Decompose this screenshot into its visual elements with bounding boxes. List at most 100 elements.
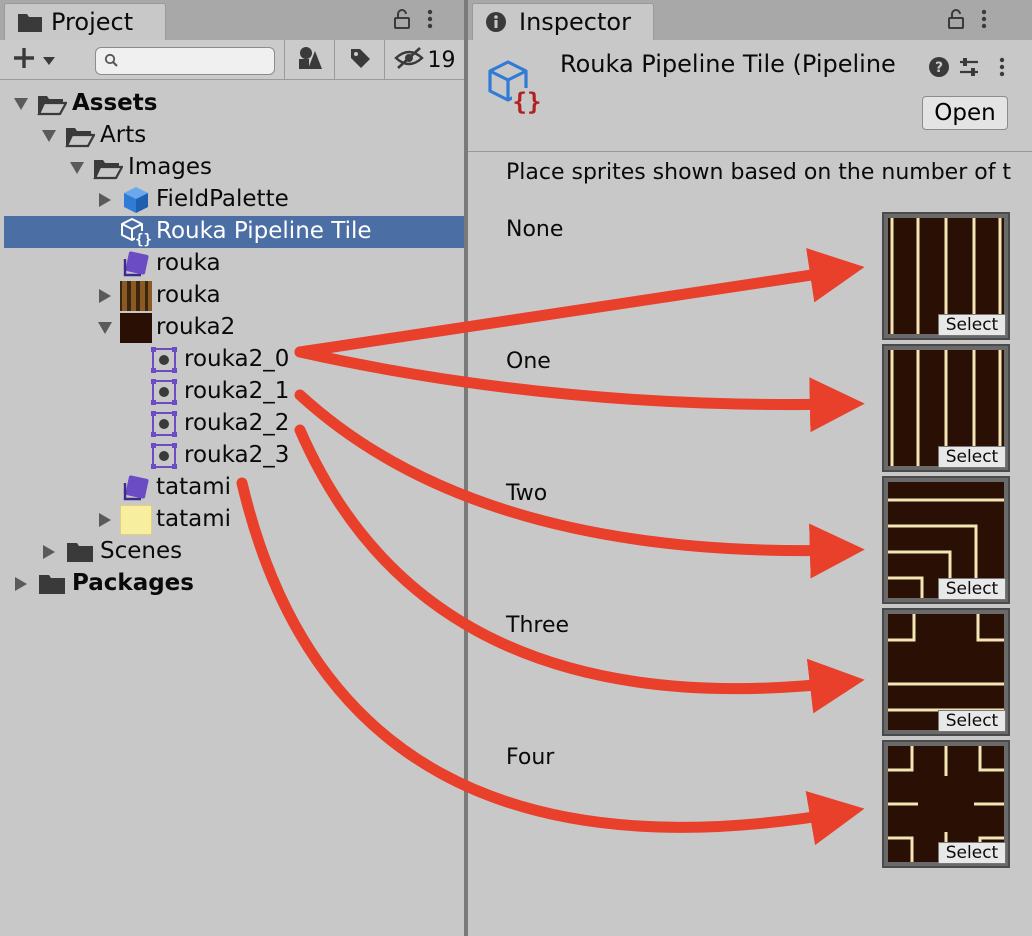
create-dropdown-button[interactable] [12, 46, 72, 74]
filter-by-type-button[interactable] [284, 40, 334, 80]
open-folder-icon [92, 153, 124, 183]
tree-item-label: rouka2_3 [184, 442, 290, 468]
svg-text:?: ? [935, 60, 943, 76]
expanded-arrow-icon[interactable] [12, 95, 30, 113]
tree-item-label: rouka2_2 [184, 410, 290, 436]
folder-icon [64, 537, 96, 567]
select-button[interactable]: Select [938, 314, 1006, 336]
folder-icon [36, 569, 68, 599]
search-input[interactable] [124, 51, 264, 71]
sprite-icon [148, 345, 180, 375]
folder-icon [17, 10, 43, 34]
expanded-arrow-icon[interactable] [40, 127, 58, 145]
sprite-icon [148, 409, 180, 439]
lock-icon[interactable] [392, 8, 412, 34]
tree-item[interactable]: {} Rouka Pipeline Tile [4, 216, 464, 248]
search-icon [104, 52, 118, 71]
kebab-menu-icon[interactable] [998, 56, 1006, 82]
kebab-menu-icon[interactable] [980, 8, 988, 34]
select-button[interactable]: Select [938, 446, 1006, 468]
hidden-count: 19 [427, 47, 456, 73]
open-folder-icon [36, 89, 68, 119]
select-button[interactable]: Select [938, 842, 1006, 864]
collapsed-arrow-icon[interactable] [96, 191, 114, 209]
inspector-tab-tools [946, 8, 988, 34]
select-button[interactable]: Select [938, 710, 1006, 732]
tree-item[interactable]: Scenes [4, 536, 464, 568]
rule-label: Two [506, 481, 548, 506]
tile-description: Place sprites shown based on the number … [506, 160, 1012, 185]
svg-text:{}: {} [135, 232, 152, 247]
search-field[interactable] [95, 47, 275, 75]
sprite-slot-four[interactable]: Select [882, 740, 1010, 868]
rouka2-texture-thumb-icon [120, 313, 152, 343]
tatami-texture-thumb-icon [120, 505, 152, 535]
tree-item[interactable]: rouka2 [4, 312, 464, 344]
tree-item[interactable]: Packages [4, 568, 464, 600]
tree-item[interactable]: rouka [4, 280, 464, 312]
inspector-header: {} Rouka Pipeline Tile (Pipeline ? Open [468, 40, 1032, 152]
tree-item[interactable]: rouka2_1 [4, 376, 464, 408]
tree-item[interactable]: tatami [4, 472, 464, 504]
expanded-arrow-icon[interactable] [68, 159, 86, 177]
expanded-arrow-icon[interactable] [96, 319, 114, 337]
svg-text:{}: {} [513, 88, 542, 116]
tag-icon [348, 46, 372, 74]
filter-by-label-button[interactable] [334, 40, 384, 80]
sprite-slot-two[interactable]: Select [882, 476, 1010, 604]
tree-item-label: Arts [100, 122, 147, 148]
sprite-slot-three[interactable]: Select [882, 608, 1010, 736]
collapsed-arrow-icon[interactable] [96, 511, 114, 529]
preset-sliders-icon[interactable] [958, 55, 980, 83]
shapes-icon [297, 46, 323, 74]
asset-title: Rouka Pipeline Tile (Pipeline [560, 50, 896, 78]
tree-item[interactable]: rouka [4, 248, 464, 280]
plus-icon [12, 46, 36, 74]
tree-item[interactable]: tatami [4, 504, 464, 536]
dropdown-caret-icon [42, 51, 56, 70]
info-icon [485, 10, 511, 34]
select-button[interactable]: Select [938, 578, 1006, 600]
tree-item[interactable]: Assets [4, 88, 464, 120]
tree-item-label: rouka [156, 250, 221, 276]
hidden-packages-toggle[interactable]: 19 [384, 40, 464, 80]
tab-inspector-label: Inspector [519, 8, 631, 36]
open-button[interactable]: Open [922, 96, 1008, 130]
tab-inspector[interactable]: Inspector [472, 3, 654, 40]
help-icon[interactable]: ? [928, 56, 950, 82]
collapsed-arrow-icon[interactable] [40, 543, 58, 561]
kebab-menu-icon[interactable] [426, 8, 434, 34]
eye-slash-icon [393, 46, 424, 74]
tree-item-label: tatami [156, 474, 232, 500]
sprite-icon [148, 377, 180, 407]
tree-item[interactable]: rouka2_2 [4, 408, 464, 440]
tree-item-label: rouka [156, 282, 221, 308]
tree-item-label: FieldPalette [156, 186, 289, 212]
tree-item[interactable]: rouka2_0 [4, 344, 464, 376]
project-tab-bar: Project [0, 0, 464, 40]
rule-label: One [506, 349, 551, 374]
collapsed-arrow-icon[interactable] [12, 575, 30, 593]
tree-item-label: Rouka Pipeline Tile [156, 218, 372, 244]
tree-item-label: rouka2_0 [184, 346, 290, 372]
tree-item-label: Images [128, 154, 213, 180]
tree-item-label: Packages [72, 570, 194, 596]
sprite-slot-one[interactable]: Select [882, 344, 1010, 472]
sprite-slot-none[interactable]: Select [882, 212, 1010, 340]
inspector-panel: Inspector {} Rouka Pipeline Tile (Pipeli… [468, 0, 1032, 936]
project-tab-tools [392, 8, 434, 34]
tree-item-label: Scenes [100, 538, 183, 564]
tile-asset-icon [120, 249, 152, 279]
rule-label: None [506, 217, 564, 242]
rouka-texture-thumb-icon [120, 281, 152, 311]
tab-project[interactable]: Project [4, 3, 166, 40]
collapsed-arrow-icon[interactable] [96, 287, 114, 305]
open-folder-icon [64, 121, 96, 151]
lock-icon[interactable] [946, 8, 966, 34]
tree-item[interactable]: rouka2_3 [4, 440, 464, 472]
tree-item[interactable]: Images [4, 152, 464, 184]
tab-project-label: Project [51, 8, 134, 36]
tree-item[interactable]: FieldPalette [4, 184, 464, 216]
tree-item[interactable]: Arts [4, 120, 464, 152]
tree-item-label: Assets [72, 90, 158, 116]
